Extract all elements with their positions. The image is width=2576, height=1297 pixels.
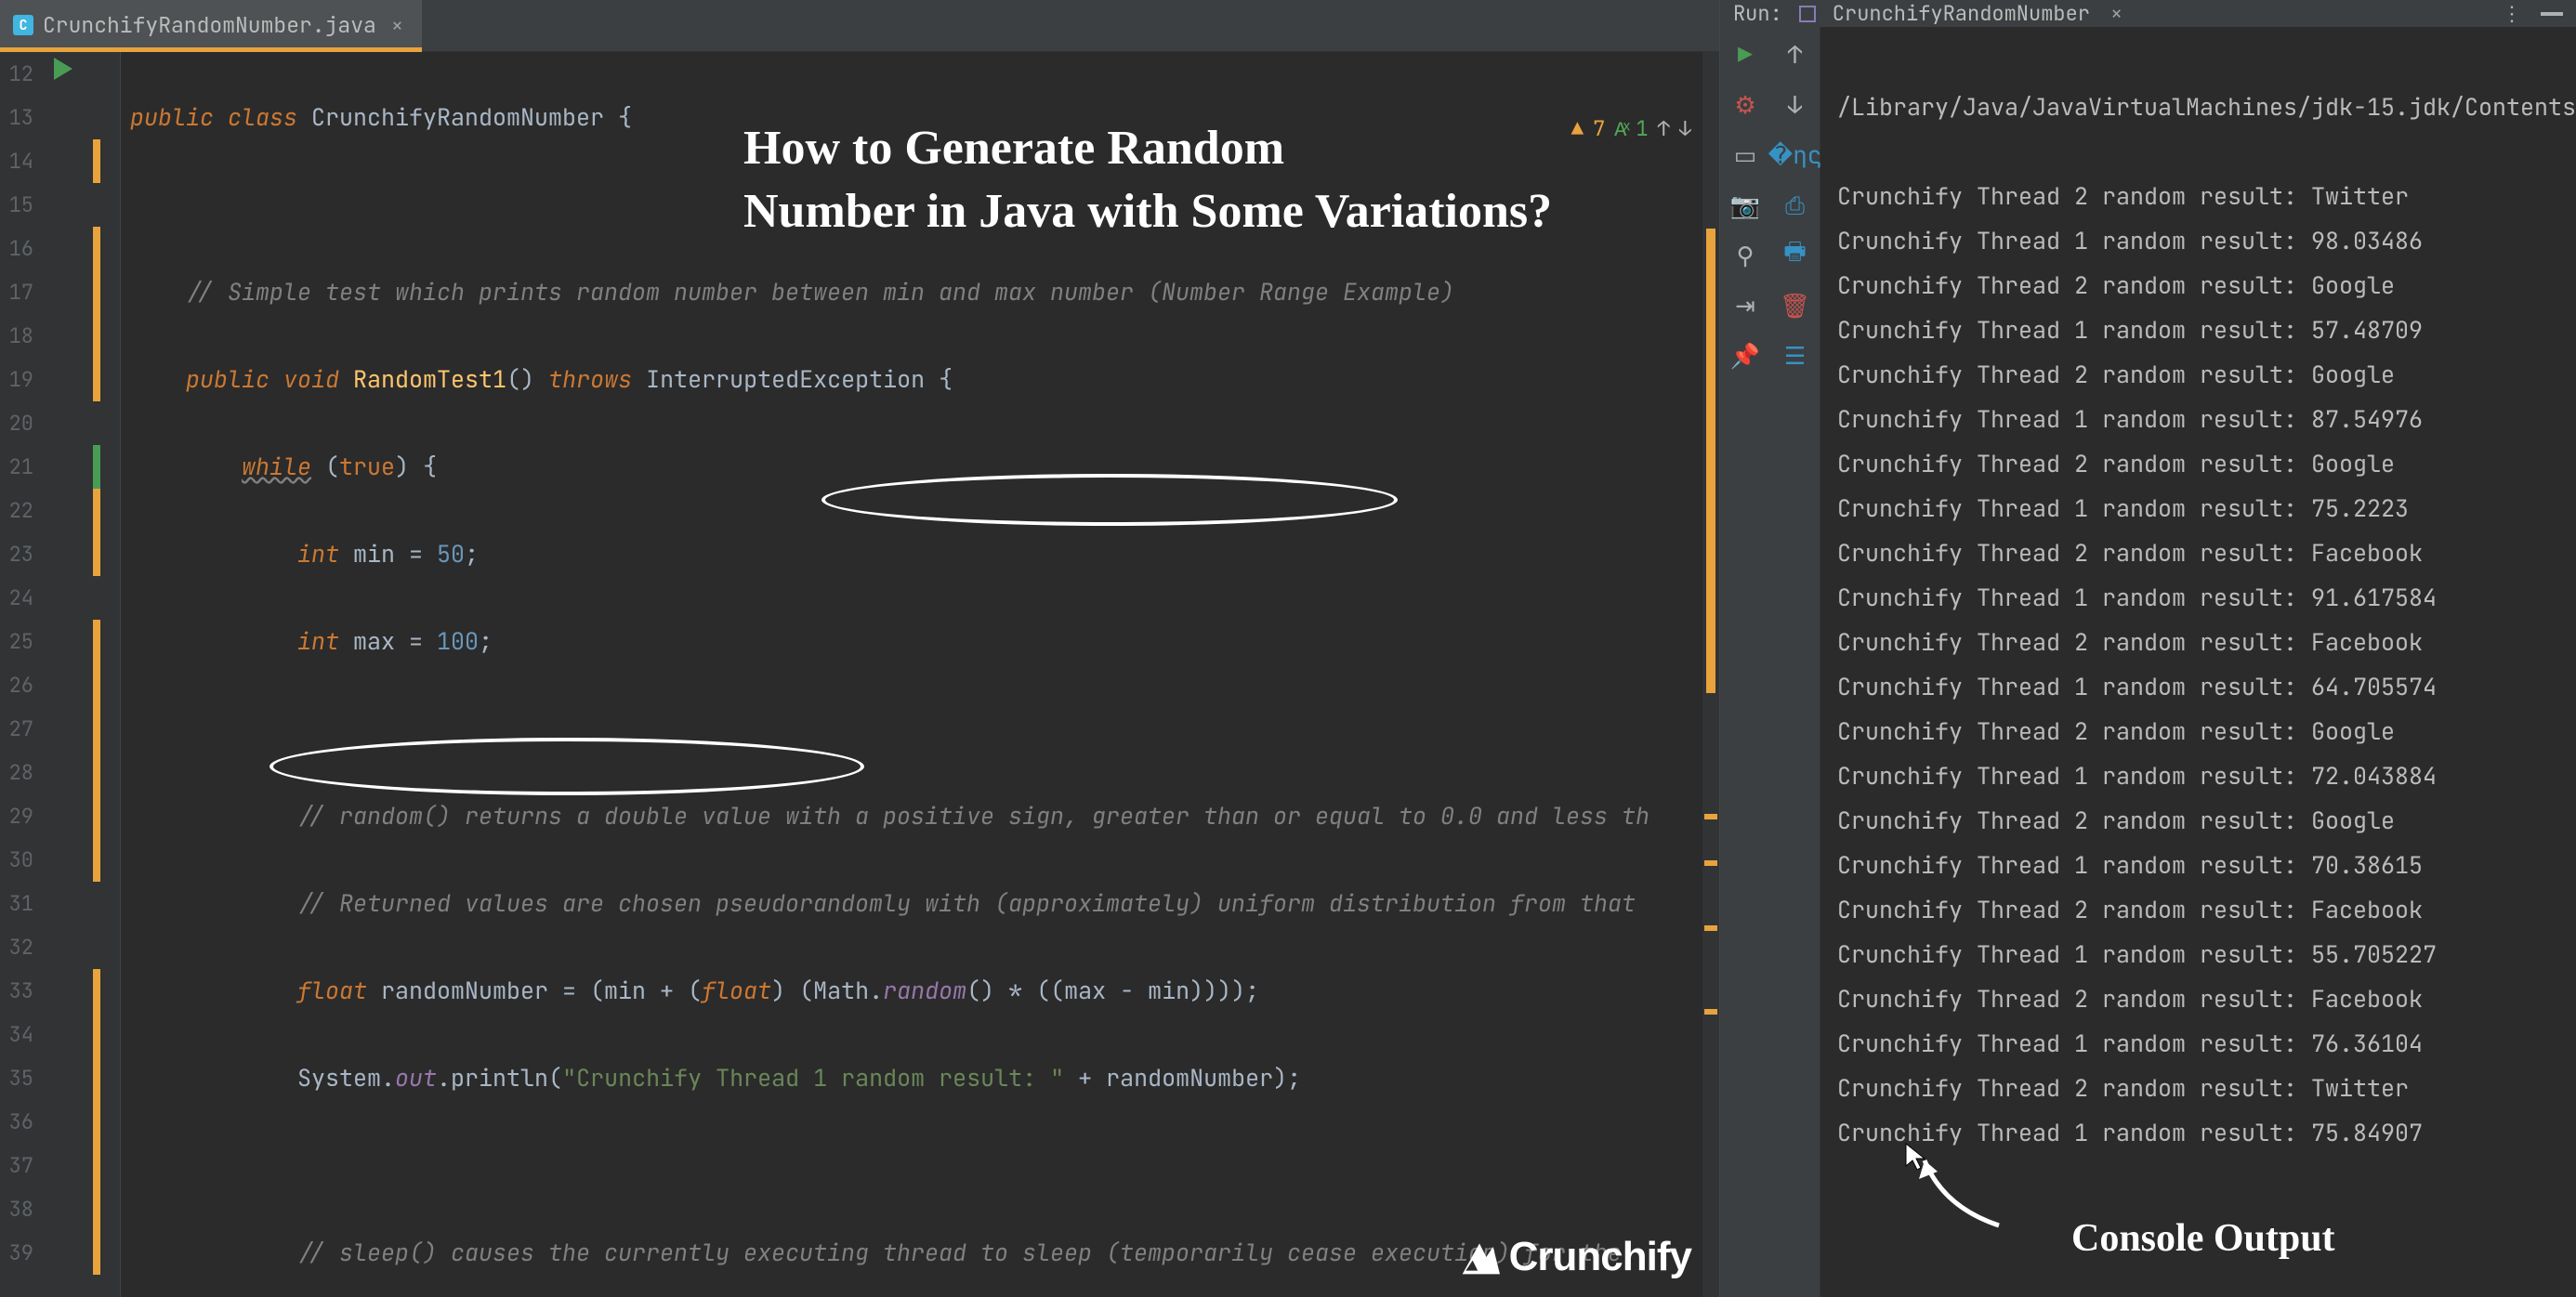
console-line: Crunchify Thread 1 random result: 64.705… [1837, 664, 2576, 709]
console-line: Crunchify Thread 2 random result: Google [1837, 263, 2576, 308]
change-marker [93, 139, 100, 183]
code-area[interactable]: 1213141516171819202122232425262728293031… [0, 52, 1719, 1297]
down-icon[interactable]: ↓ [1781, 90, 1808, 118]
more-icon[interactable]: ⋮ [2502, 0, 2524, 27]
comment: // Returned values are chosen pseudorand… [297, 887, 1636, 919]
editor-pane: C CrunchifyRandomNumber.java × 121314151… [0, 0, 1719, 1297]
scroll-end-icon[interactable]: ⎙ [1781, 190, 1808, 218]
exit-icon[interactable]: ⇥ [1731, 291, 1759, 319]
typo-count: 1 [1636, 115, 1648, 142]
typo-icon: Aͯ [1614, 115, 1626, 142]
keyword: float [297, 975, 367, 1006]
java-file-icon: C [13, 15, 33, 35]
logo-icon [1459, 1237, 1500, 1277]
console-line: Crunchify Thread 1 random result: 72.043… [1837, 753, 2576, 798]
change-marker [93, 969, 100, 1275]
annotation-console-label: Console Output [2071, 1216, 2335, 1261]
change-marker [93, 445, 100, 489]
console-line: Crunchify Thread 1 random result: 55.705… [1837, 932, 2576, 976]
console-line: Crunchify Thread 2 random result: Twitte… [1837, 1066, 2576, 1110]
attach-icon[interactable]: ⚲ [1731, 241, 1759, 269]
tab-filename: CrunchifyRandomNumber.java [43, 11, 376, 39]
comment: // Simple test which prints random numbe… [186, 276, 1454, 308]
method-name: RandomTest1 [353, 363, 506, 395]
console-line: Crunchify Thread 1 random result: 57.487… [1837, 308, 2576, 352]
up-icon[interactable]: ↑ [1781, 40, 1808, 68]
exit-message: Process finished with exit code 130 (int… [1837, 1289, 2576, 1297]
keyword: public void [186, 363, 339, 395]
code-body[interactable]: public class CrunchifyRandomNumber { // … [121, 52, 1702, 1297]
print-icon[interactable]: 🖶 [1781, 241, 1808, 269]
run-config-name[interactable]: CrunchifyRandomNumber [1833, 0, 2090, 27]
console-line: Crunchify Thread 1 random result: 75.849… [1837, 1110, 2576, 1155]
run-controls-primary: ▶ ⚙ ▭ 📷 ⚲ ⇥ 📌 [1720, 27, 1770, 1297]
prev-highlight-icon[interactable]: ↑ [1658, 115, 1670, 142]
console-lines: Crunchify Thread 2 random result: Twitte… [1837, 174, 2576, 1155]
warning-marker[interactable] [1704, 814, 1717, 819]
soft-wrap-icon[interactable]: �ης [1781, 140, 1808, 168]
gutter-run-icons [41, 52, 93, 1297]
warning-count: 7 [1593, 115, 1605, 142]
rerun-icon[interactable]: ▶ [1731, 40, 1759, 68]
console-line: Crunchify Thread 1 random result: 87.549… [1837, 397, 2576, 441]
close-tab-icon[interactable]: × [391, 12, 403, 39]
console-line: Crunchify Thread 2 random result: Facebo… [1837, 976, 2576, 1021]
editor-tab[interactable]: C CrunchifyRandomNumber.java × [0, 0, 422, 51]
console-line: Crunchify Thread 2 random result: Twitte… [1837, 174, 2576, 218]
pin-icon[interactable]: 📌 [1731, 341, 1759, 369]
console-line: Crunchify Thread 2 random result: Google [1837, 709, 2576, 753]
layout-icon[interactable]: ▭ [1731, 140, 1759, 168]
warning-marker[interactable] [1704, 860, 1717, 866]
tab-bar: C CrunchifyRandomNumber.java × [0, 0, 1719, 52]
stop-icon[interactable]: ⚙ [1731, 90, 1759, 118]
run-label: Run: [1733, 0, 1782, 27]
gutter-line-numbers: 1213141516171819202122232425262728293031… [0, 52, 41, 1297]
run-config-icon [1799, 6, 1816, 22]
console-line: Crunchify Thread 1 random result: 98.034… [1837, 218, 2576, 263]
console-line: Crunchify Thread 2 random result: Facebo… [1837, 887, 2576, 932]
class-name: CrunchifyRandomNumber [311, 101, 604, 133]
keyword: while [242, 451, 311, 482]
console-line: Crunchify Thread 2 random result: Google [1837, 352, 2576, 397]
change-marker [93, 620, 100, 882]
console-line: Crunchify Thread 1 random result: 76.361… [1837, 1021, 2576, 1066]
gutter-fold [93, 52, 121, 1297]
keyword: public class [130, 101, 297, 133]
warning-icon: ▲ [1571, 115, 1584, 142]
run-line-icon[interactable] [54, 58, 72, 80]
crunchify-logo: Crunchify [1459, 1234, 1691, 1280]
error-stripe[interactable] [1702, 52, 1719, 1297]
console-line: Crunchify Thread 2 random result: Google [1837, 441, 2576, 486]
warning-marker[interactable] [1704, 925, 1717, 931]
minimize-icon[interactable] [2541, 12, 2563, 16]
clear-icon[interactable]: 🗑 [1781, 291, 1808, 319]
console-line: Crunchify Thread 1 random result: 91.617… [1837, 575, 2576, 620]
close-run-tab-icon[interactable]: × [2110, 0, 2123, 27]
run-tool-window: Run: CrunchifyRandomNumber × ⋮ ▶ ⚙ ▭ 📷 ⚲… [1719, 0, 2576, 1297]
console-line: Crunchify Thread 2 random result: Google [1837, 798, 2576, 843]
change-marker [93, 489, 100, 576]
console-body: ▶ ⚙ ▭ 📷 ⚲ ⇥ 📌 ↑ ↓ �ης ⎙ 🖶 🗑 ☰ /Library/J… [1720, 27, 2576, 1297]
next-highlight-icon[interactable]: ↓ [1679, 115, 1691, 142]
console-output[interactable]: /Library/Java/JavaVirtualMachines/jdk-15… [1820, 27, 2576, 1297]
keyword: int [297, 625, 339, 657]
dump-icon[interactable]: 📷 [1731, 190, 1759, 218]
filter-icon[interactable]: ☰ [1781, 341, 1808, 369]
console-line: Crunchify Thread 1 random result: 75.222… [1837, 486, 2576, 531]
console-line: Crunchify Thread 2 random result: Facebo… [1837, 620, 2576, 664]
warning-marker[interactable] [1704, 1009, 1717, 1015]
comment: // sleep() causes the currently executin… [297, 1237, 1636, 1268]
jdk-path: /Library/Java/JavaVirtualMachines/jdk-15… [1837, 85, 2576, 129]
run-controls-secondary: ↑ ↓ �ης ⎙ 🖶 🗑 ☰ [1770, 27, 1820, 1297]
inspections-widget[interactable]: ▲ 7 Aͯ 1 ↑ ↓ [1571, 115, 1691, 142]
mouse-cursor-icon [1904, 1142, 1932, 1170]
console-line: Crunchify Thread 1 random result: 70.386… [1837, 843, 2576, 887]
console-line: Crunchify Thread 2 random result: Facebo… [1837, 531, 2576, 575]
change-marker [93, 227, 100, 401]
comment: // random() returns a double value with … [297, 800, 1649, 832]
run-header: Run: CrunchifyRandomNumber × ⋮ [1720, 0, 2576, 27]
keyword: int [297, 538, 339, 570]
warning-stripe [1706, 229, 1715, 693]
ide-root: C CrunchifyRandomNumber.java × 121314151… [0, 0, 2576, 1297]
